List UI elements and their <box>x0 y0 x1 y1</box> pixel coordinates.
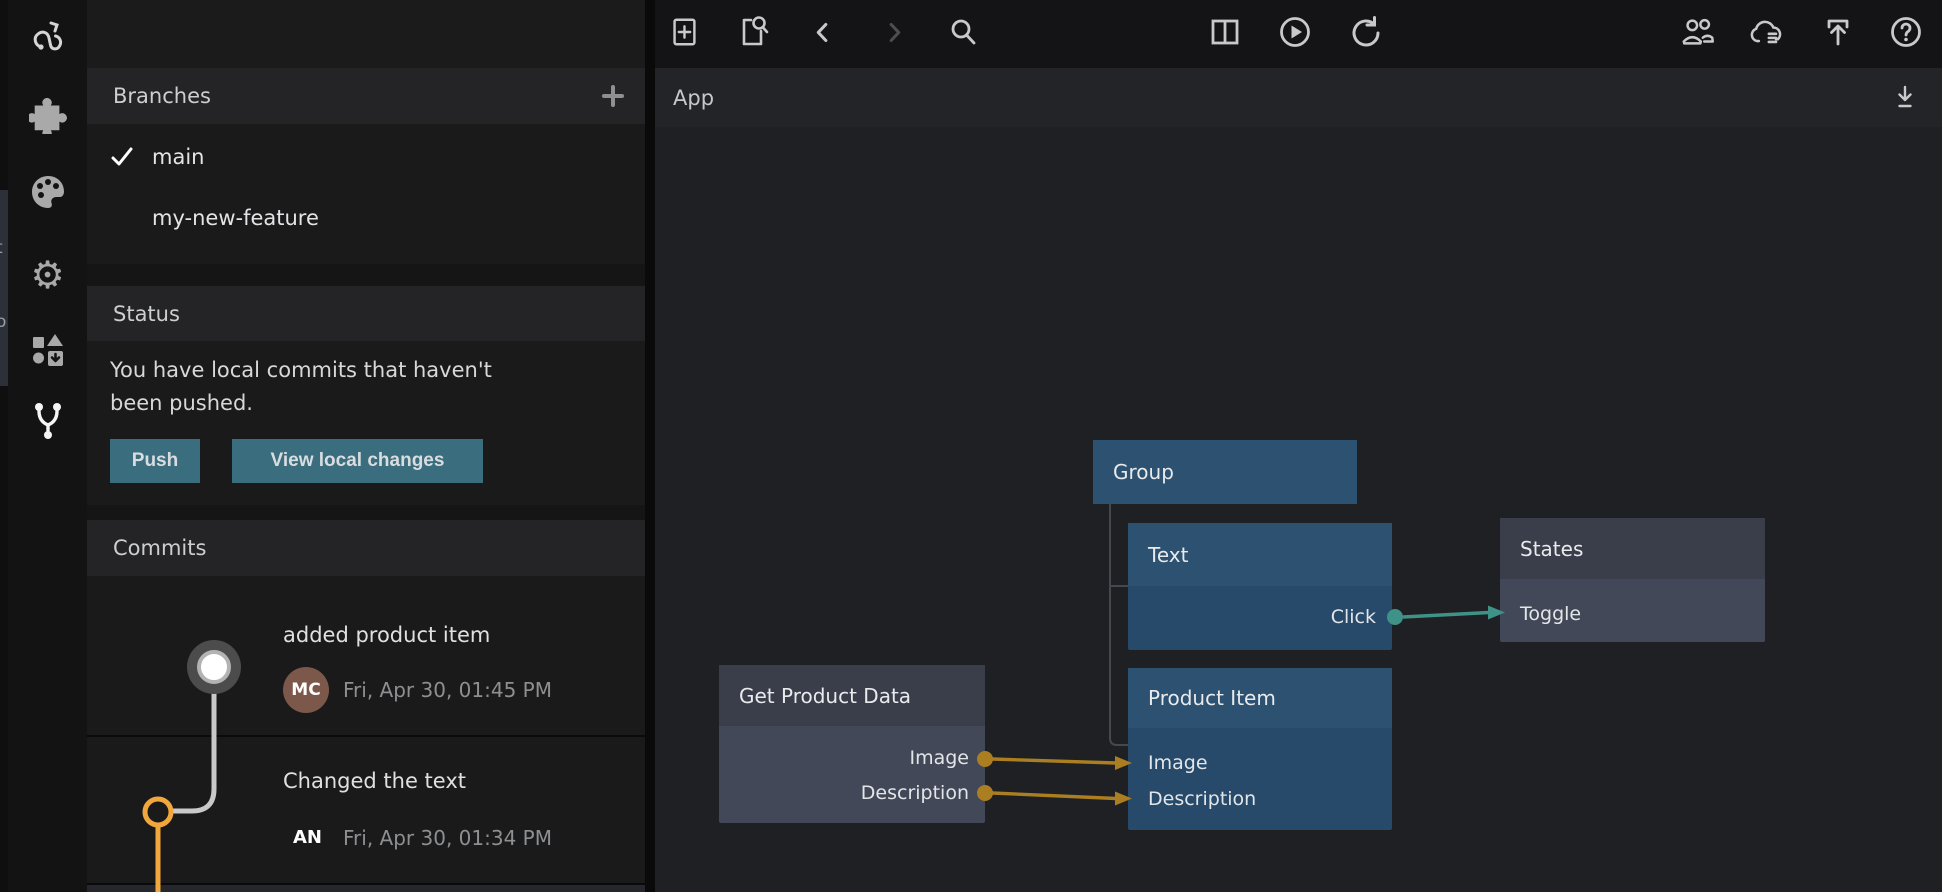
commit-timestamp: Fri, Apr 30, 01:45 PM <box>343 678 552 702</box>
commit-graph <box>87 576 257 892</box>
port-image-output[interactable]: Image <box>909 746 969 770</box>
search-document-button[interactable] <box>734 13 772 51</box>
status-message: You have local commits that haven't been… <box>110 354 530 420</box>
collaborators-button[interactable] <box>1679 13 1717 51</box>
edge-tab-letter: t <box>0 238 3 258</box>
search-button[interactable] <box>944 13 982 51</box>
branch-label: my-new-feature <box>152 206 319 230</box>
settings-icon[interactable]: ⚙ <box>26 253 70 297</box>
status-section-header: Status <box>87 286 645 341</box>
node-states[interactable]: States Toggle <box>1500 518 1765 642</box>
branch-item-my-new-feature[interactable]: my-new-feature <box>87 195 645 241</box>
breadcrumb[interactable]: App <box>673 86 714 110</box>
node-graph-canvas[interactable]: Group Text Click States Toggle Get Produ… <box>655 127 1942 892</box>
status-title: Status <box>113 302 180 326</box>
plugins-icon[interactable] <box>26 93 70 137</box>
view-local-changes-button[interactable]: View local changes <box>232 439 483 483</box>
author-initials: AN <box>293 827 322 848</box>
navigate-back-button[interactable] <box>804 13 842 51</box>
canvas-breadcrumb-bar: App <box>655 68 1942 127</box>
port-description-output[interactable]: Description <box>861 781 969 805</box>
node-get-product-data[interactable]: Get Product Data Image Description <box>719 665 985 823</box>
port-toggle-input[interactable]: Toggle <box>1520 602 1581 626</box>
help-button[interactable] <box>1887 13 1925 51</box>
commits-section-header: Commits <box>87 520 645 576</box>
node-group[interactable]: Group <box>1093 440 1357 504</box>
refresh-button[interactable] <box>1346 13 1384 51</box>
add-node-button[interactable] <box>665 13 703 51</box>
commit-message: Changed the text <box>283 769 466 793</box>
commit-message: added product item <box>283 623 490 647</box>
commit-node-current <box>187 640 241 694</box>
canvas-toolbar <box>655 0 1942 68</box>
branch-label: main <box>152 145 204 169</box>
push-button[interactable]: Push <box>110 439 200 483</box>
branches-title: Branches <box>113 84 211 108</box>
edge-strip: t o <box>0 0 8 892</box>
node-product-item[interactable]: Product Item Image Description <box>1128 668 1392 830</box>
add-branch-button[interactable] <box>601 84 625 108</box>
version-control-icon[interactable] <box>26 398 70 442</box>
node-title: States <box>1520 537 1583 561</box>
node-text[interactable]: Text Click <box>1128 523 1392 650</box>
node-title: Text <box>1148 543 1188 567</box>
hierarchy-lines <box>1110 504 1128 745</box>
panel-top-spacer <box>87 0 645 68</box>
connection-click-toggle <box>1387 606 1505 626</box>
branches-list: main my-new-feature <box>87 124 645 264</box>
commits-list: added product item MC Fri, Apr 30, 01:45… <box>87 576 645 892</box>
publish-button[interactable] <box>1819 13 1857 51</box>
current-branch-check-icon <box>109 144 135 170</box>
port-image-input[interactable]: Image <box>1148 751 1208 775</box>
components-icon[interactable] <box>26 329 70 373</box>
left-icon-rail: ⚙ <box>8 0 87 892</box>
commits-title: Commits <box>113 536 206 560</box>
author-avatar: MC <box>283 667 329 713</box>
connection-image <box>977 751 1132 770</box>
status-body: You have local commits that haven't been… <box>87 341 645 505</box>
clipped-vertical-tab[interactable]: t o <box>0 190 8 386</box>
commit-node-previous <box>145 799 171 825</box>
port-description-input[interactable]: Description <box>1148 787 1256 811</box>
preview-play-button[interactable] <box>1276 13 1314 51</box>
navigate-forward-button[interactable] <box>875 13 913 51</box>
split-view-button[interactable] <box>1206 13 1244 51</box>
edge-tab-letter: o <box>0 312 6 332</box>
version-control-panel: Branches main my-new-feature <box>87 0 645 892</box>
branches-section-header: Branches <box>87 68 645 124</box>
port-click-output[interactable]: Click <box>1331 605 1376 629</box>
commit-timestamp: Fri, Apr 30, 01:34 PM <box>343 826 552 850</box>
node-title: Product Item <box>1148 686 1276 710</box>
connection-description <box>977 785 1132 806</box>
noodl-logo-icon[interactable] <box>26 12 70 56</box>
branch-item-main[interactable]: main <box>87 134 645 180</box>
styles-icon[interactable] <box>26 170 70 214</box>
cloud-services-button[interactable] <box>1748 13 1786 51</box>
commit-row-partial[interactable] <box>87 885 645 892</box>
node-title: Group <box>1113 460 1174 484</box>
node-title: Get Product Data <box>739 684 911 708</box>
download-icon[interactable] <box>1890 82 1920 112</box>
app-window: t o ⚙ <box>0 0 1942 892</box>
row-divider <box>87 735 645 737</box>
